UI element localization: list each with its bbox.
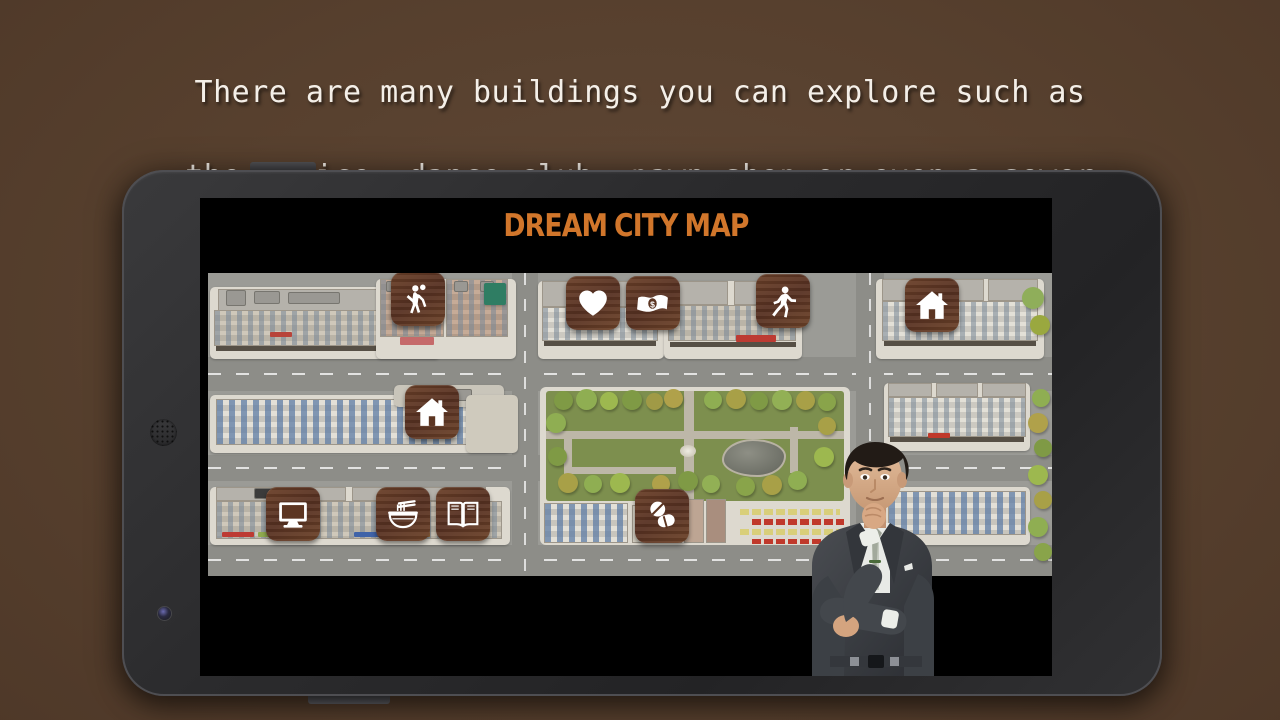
tree bbox=[704, 391, 722, 409]
building-windows bbox=[889, 398, 1025, 436]
screenshot-root: There are many buildings you can explore… bbox=[0, 0, 1280, 720]
shop-sign bbox=[400, 337, 434, 345]
building-windows bbox=[545, 504, 627, 542]
building-rooftop bbox=[936, 383, 978, 397]
house-icon bbox=[916, 291, 948, 319]
tree bbox=[750, 392, 768, 410]
computer-icon bbox=[279, 502, 307, 528]
tree bbox=[664, 389, 683, 408]
road-marking bbox=[524, 273, 526, 576]
tree bbox=[546, 413, 566, 433]
kiosk-roof bbox=[484, 283, 506, 305]
poi-dance-club[interactable] bbox=[391, 273, 445, 326]
tree bbox=[646, 393, 663, 410]
noodle-bowl-icon bbox=[388, 500, 418, 529]
shop-sign bbox=[222, 532, 254, 537]
rooftop-unit bbox=[288, 292, 340, 304]
shop-awning bbox=[884, 341, 1036, 346]
building-rooftop bbox=[982, 383, 1026, 397]
game-title-word-3: MAP bbox=[684, 208, 749, 244]
poi-library[interactable] bbox=[436, 487, 490, 541]
game-title-word-1: DREAM bbox=[503, 208, 608, 244]
tree bbox=[610, 473, 630, 493]
pills-icon bbox=[650, 501, 675, 529]
poi-home-east[interactable] bbox=[905, 278, 959, 332]
road-marking bbox=[208, 373, 1052, 375]
book-icon bbox=[447, 501, 479, 528]
rooftop-unit bbox=[226, 290, 246, 306]
tree bbox=[1034, 439, 1052, 457]
tree bbox=[548, 447, 567, 466]
svg-text:$: $ bbox=[650, 299, 655, 309]
heart-icon bbox=[579, 290, 607, 316]
shop-sign bbox=[736, 335, 776, 342]
tree bbox=[1028, 465, 1048, 485]
poi-home-west[interactable] bbox=[405, 385, 459, 439]
dancing-figure-icon bbox=[406, 284, 427, 314]
building-rooftop bbox=[888, 383, 932, 397]
building-facade bbox=[544, 503, 628, 543]
shop-sign bbox=[270, 332, 292, 337]
shop-awning bbox=[544, 341, 656, 346]
poi-restaurant[interactable] bbox=[376, 487, 430, 541]
rooftop-unit bbox=[254, 291, 280, 304]
game-title-word-2: CITY bbox=[614, 208, 678, 244]
earpiece-speaker-icon bbox=[150, 419, 177, 446]
tree bbox=[1028, 517, 1048, 537]
tree bbox=[1030, 315, 1050, 335]
tree bbox=[1022, 287, 1044, 309]
tree bbox=[584, 475, 602, 493]
tree bbox=[818, 417, 836, 435]
tree bbox=[726, 389, 746, 409]
tree bbox=[736, 477, 755, 496]
game-title: DREAM CITY MAP bbox=[260, 208, 993, 244]
tree bbox=[818, 393, 836, 411]
poi-pawn-shop[interactable]: $ bbox=[626, 276, 680, 330]
tree bbox=[1034, 491, 1052, 509]
poi-gym[interactable] bbox=[756, 274, 810, 328]
tree bbox=[678, 471, 698, 491]
tree bbox=[762, 475, 782, 495]
tree bbox=[772, 390, 792, 410]
rooftop-unit bbox=[454, 281, 468, 292]
house-icon bbox=[416, 398, 448, 426]
tree bbox=[576, 389, 597, 410]
poi-office[interactable] bbox=[266, 487, 320, 541]
building-facade bbox=[888, 397, 1026, 437]
tree bbox=[1028, 413, 1048, 433]
front-camera-icon bbox=[158, 607, 171, 620]
tree bbox=[622, 390, 642, 410]
park-pond bbox=[722, 439, 786, 477]
city-block bbox=[876, 279, 1044, 359]
tree bbox=[1032, 389, 1050, 407]
tree bbox=[796, 391, 815, 410]
tree bbox=[600, 392, 618, 410]
phone-screen[interactable]: DREAM CITY MAP $ bbox=[200, 198, 1052, 676]
parking-structure bbox=[466, 395, 518, 453]
poi-hospital[interactable] bbox=[566, 276, 620, 330]
shop-awning bbox=[670, 342, 796, 347]
player-character bbox=[790, 434, 960, 676]
tree bbox=[702, 475, 720, 493]
park-fountain bbox=[680, 445, 696, 457]
tree bbox=[558, 473, 578, 493]
poi-pharmacy[interactable] bbox=[635, 489, 689, 543]
money-icon: $ bbox=[637, 294, 668, 312]
character-figure bbox=[812, 442, 934, 676]
warehouse bbox=[706, 499, 726, 543]
tree bbox=[554, 391, 573, 410]
caption-line-1: There are many buildings you can explore… bbox=[194, 75, 1086, 110]
tree bbox=[1034, 543, 1052, 561]
running-figure-icon bbox=[772, 286, 797, 318]
